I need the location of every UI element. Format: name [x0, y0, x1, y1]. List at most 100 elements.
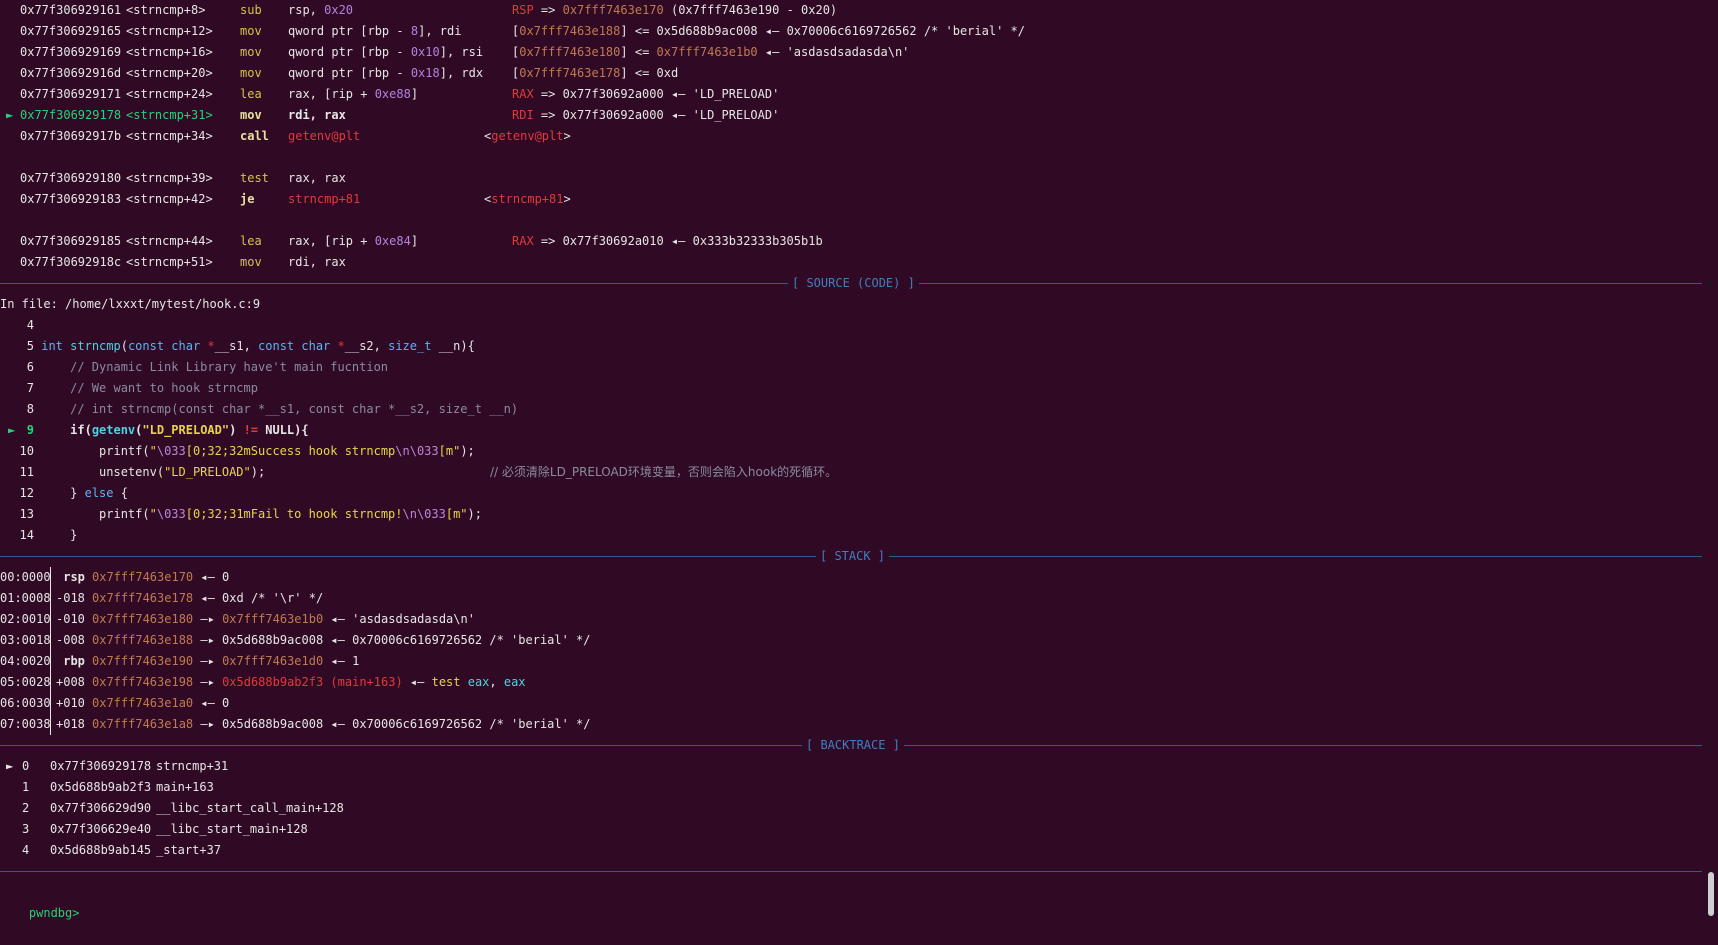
instruction-mnemonic: mov — [240, 45, 262, 59]
frame-address: 0x5d688b9ab2f3 — [50, 780, 152, 794]
instruction-annotation: <strncmp+81> — [484, 189, 571, 210]
line-number: 9 — [26, 423, 34, 437]
instruction-mnemonic: mov — [240, 66, 262, 80]
instruction-address[interactable]: 0x77f306929171 — [20, 84, 121, 105]
backtrace-row[interactable]: 2 0x77f306629d90 __libc_start_call_main+12… — [0, 798, 1702, 819]
code-token: \n\033 — [395, 444, 439, 458]
backtrace-current-marker: ► — [6, 759, 14, 773]
stack-part: —▸ 0x5d688b9ac008 ◂— 0x70006c6169726562 … — [193, 717, 591, 731]
stack-part: 0x7fff7463e1a0 — [92, 696, 194, 710]
stack-row: 00:0000 rsp 0x7fff7463e170 ◂— 0 — [0, 567, 1702, 588]
annotation-part: RDI — [512, 108, 534, 122]
annotation-part: ] <= 0xd — [620, 66, 679, 80]
stack-part: 0x5d688b9ab2f3 (main+163) — [222, 675, 403, 689]
operand-part: getenv@plt — [288, 129, 361, 143]
source-code: } else { — [34, 486, 128, 500]
code-token: __s1, — [214, 339, 259, 353]
instruction-address[interactable]: 0x77f30692916d — [20, 63, 121, 84]
operand-part: strncmp+81 — [288, 192, 361, 206]
bottom-separator — [0, 861, 1702, 882]
stack-part: 0x7fff7463e178 — [92, 591, 194, 605]
instruction-address[interactable]: 0x77f306929169 — [20, 42, 121, 63]
source-code: if(getenv("LD_PRELOAD") != NULL){ — [34, 423, 308, 437]
source-code: int strncmp(const char *__s1, const char… — [34, 339, 475, 353]
stack-value[interactable]: 0x7fff7463e1a0 ◂— 0 — [92, 693, 229, 714]
annotation-part: RAX — [512, 234, 534, 248]
code-token: ); — [250, 465, 266, 479]
disasm-line: 0x77f306929183 <strncmp+42> je strncmp+81 <s… — [0, 189, 1702, 210]
stack-part: 0x7fff7463e1b0 — [222, 612, 324, 626]
instruction-address[interactable]: 0x77f306929183 — [20, 189, 121, 210]
source-code: // We want to hook strncmp — [34, 381, 258, 395]
stack-section-title: [ STACK ] — [816, 546, 890, 567]
code-token: __s2, — [344, 339, 389, 353]
backtrace-row[interactable]: 1 0x5d688b9ab2f3 main+163 — [0, 777, 1702, 798]
line-number: 14 — [19, 528, 34, 542]
code-token: != — [243, 423, 259, 437]
annotation-part: (0x7fff7463e190 - 0x20) — [663, 3, 838, 17]
backtrace-row[interactable]: ► 0 0x77f306929178 strncmp+31 — [0, 756, 1702, 777]
stack-separator: [ STACK ] — [0, 546, 1702, 567]
scrollbar-thumb[interactable] — [1708, 872, 1714, 916]
frame-symbol: __libc_start_call_main+128 — [156, 801, 344, 815]
stack-part: 0x7fff7463e198 — [92, 675, 194, 689]
source-code — [34, 318, 41, 332]
instruction-address[interactable]: 0x77f30692917b — [20, 126, 121, 147]
frame-symbol: _start+37 — [156, 843, 222, 857]
disasm-line: 0x77f30692917b <strncmp+34> call getenv@plt… — [0, 126, 1702, 147]
operand-part: ] — [410, 87, 419, 101]
code-token: int — [41, 339, 71, 353]
annotation-part: > — [563, 129, 571, 143]
instruction-annotation: <getenv@plt> — [484, 126, 571, 147]
instruction-address[interactable]: 0x77f306929165 — [20, 21, 121, 42]
stack-value[interactable]: 0x7fff7463e178 ◂— 0xd /* '\r' */ — [92, 588, 323, 609]
stack-offset: -010 — [56, 612, 85, 626]
stack-value[interactable]: 0x7fff7463e180 —▸ 0x7fff7463e1b0 ◂— 'asd… — [92, 609, 475, 630]
instruction-address[interactable]: 0x77f306929185 — [20, 231, 121, 252]
stack-part: ◂— 0 — [193, 696, 230, 710]
stack-part: test — [431, 675, 468, 689]
code-token: \033 — [156, 507, 186, 521]
instruction-annotation: RAX => 0x77f30692a010 ◂— 0x333b32333b305… — [512, 231, 823, 252]
disasm-line: 0x77f306929169 <strncmp+16> mov qword ptr [… — [0, 42, 1702, 63]
instruction-operands: rax, [rip + 0xe88] — [288, 84, 418, 105]
frame-number: 4 — [22, 843, 30, 857]
stack-value[interactable]: 0x7fff7463e188 —▸ 0x5d688b9ac008 ◂— 0x70… — [92, 630, 591, 651]
instruction-annotation: RDI => 0x77f30692a000 ◂— 'LD_PRELOAD' — [512, 105, 779, 126]
annotation-part: ] <= 0x5d688b9ac008 — [620, 24, 765, 38]
current-line-marker: ► — [8, 423, 16, 437]
stack-value[interactable]: 0x7fff7463e170 ◂— 0 — [92, 567, 229, 588]
instruction-symbol: <strncmp+12> — [126, 24, 213, 38]
stack-part: ◂— 0xd /* '\r' */ — [193, 591, 324, 605]
line-number: 5 — [26, 339, 34, 353]
stack-value[interactable]: 0x7fff7463e1a8 —▸ 0x5d688b9ac008 ◂— 0x70… — [92, 714, 591, 735]
operand-part: 0x20 — [324, 3, 354, 17]
instruction-annotation: RSP => 0x7fff7463e170 (0x7fff7463e190 - … — [512, 0, 837, 21]
operand-part: ], rsi — [439, 45, 484, 59]
line-number: 12 — [19, 486, 34, 500]
instruction-address[interactable]: 0x77f306929180 — [20, 168, 121, 189]
instruction-annotation: [0x7fff7463e178] <= 0xd — [512, 63, 678, 84]
stack-index: 00:0000 — [0, 570, 51, 584]
stack-row: 01:0008 -018 0x7fff7463e178 ◂— 0xd /* '\r'… — [0, 588, 1702, 609]
instruction-annotation: [0x7fff7463e188] <= 0x5d688b9ac008 ◂— 0x… — [512, 21, 1025, 42]
backtrace-row[interactable]: 3 0x77f306629e40 __libc_start_main+128 — [0, 819, 1702, 840]
annotation-part: 0x7fff7463e178 — [519, 66, 621, 80]
code-token: } — [41, 486, 85, 500]
operand-part: - — [389, 24, 411, 38]
frame-address: 0x77f306629d90 — [50, 801, 152, 815]
code-token: const char — [127, 339, 208, 353]
instruction-address[interactable]: 0x77f306929178 — [20, 105, 121, 126]
stack-value[interactable]: 0x7fff7463e198 —▸ 0x5d688b9ab2f3 (main+1… — [92, 672, 526, 693]
stack-index: 04:0020 — [0, 654, 51, 668]
operand-part: 8 — [410, 24, 419, 38]
command-line[interactable]: pwndbg> — [0, 882, 1702, 920]
inline-comment: // 必须清除LD_PRELOAD环境变量，否则会陷入hook的死循环。 — [490, 465, 838, 479]
backtrace-row[interactable]: 4 0x5d688b9ab145 _start+37 — [0, 840, 1702, 861]
instruction-address[interactable]: 0x77f306929161 — [20, 0, 121, 21]
code-token: ); — [467, 507, 482, 521]
stack-value[interactable]: 0x7fff7463e190 —▸ 0x7fff7463e1d0 ◂— 1 — [92, 651, 359, 672]
instruction-address[interactable]: 0x77f30692918c — [20, 252, 121, 273]
stack-row: 04:0020 rbp 0x7fff7463e190 —▸ 0x7fff7463e… — [0, 651, 1702, 672]
